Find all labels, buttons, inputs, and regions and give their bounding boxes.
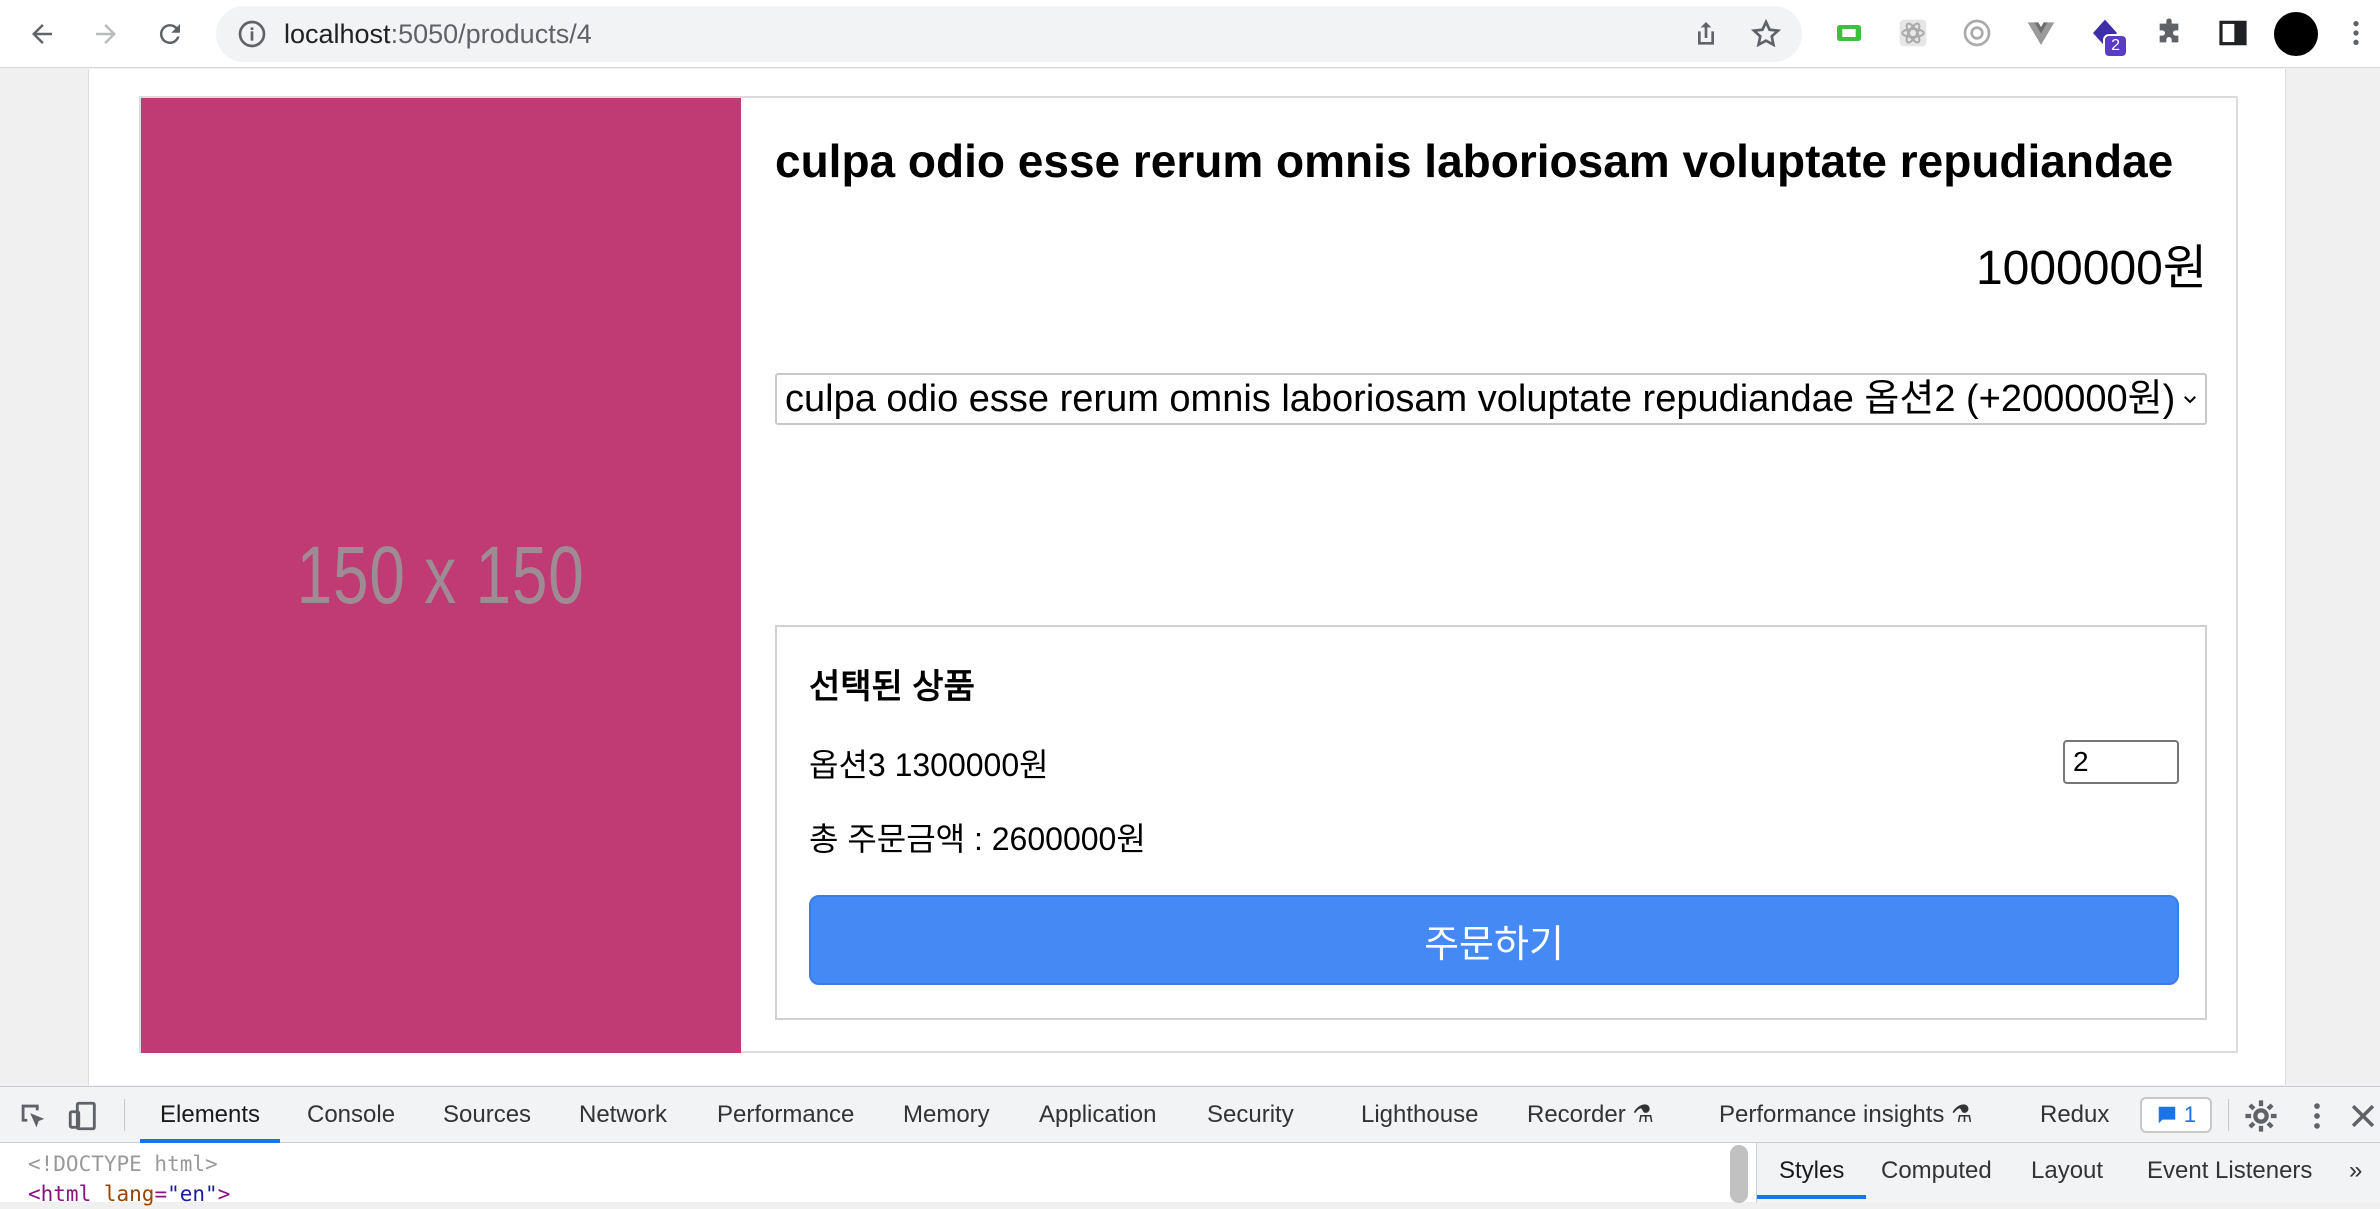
tab-console[interactable]: Console bbox=[307, 1087, 395, 1143]
address-bar[interactable]: localhost:5050/products/4 bbox=[216, 6, 1802, 62]
bookmark-star-icon[interactable] bbox=[1750, 18, 1782, 50]
arrow-left-icon bbox=[32, 24, 52, 44]
image-placeholder-text: 150 x 150 bbox=[297, 529, 585, 621]
tab-sources[interactable]: Sources bbox=[443, 1087, 531, 1143]
tab-lighthouse[interactable]: Lighthouse bbox=[1361, 1087, 1478, 1143]
close-icon[interactable] bbox=[2346, 1099, 2380, 1133]
react-devtools-icon[interactable] bbox=[1894, 14, 1932, 52]
vue-devtools-icon[interactable] bbox=[2022, 14, 2060, 52]
info-icon[interactable] bbox=[236, 18, 268, 50]
devtools-panel: Elements Console Sources Network Perform… bbox=[0, 1086, 2380, 1206]
product-card: 150 x 150 culpa odio esse rerum omnis la… bbox=[139, 96, 2238, 1053]
product-title: culpa odio esse rerum omnis laboriosam v… bbox=[775, 135, 2174, 187]
quantity-input[interactable]: 2 bbox=[2063, 740, 2179, 784]
tab-elements[interactable]: Elements bbox=[140, 1087, 281, 1143]
browser-toolbar: localhost:5050/products/4 2 bbox=[0, 0, 2380, 68]
devtools-tabbar: Elements Console Sources Network Perform… bbox=[0, 1087, 2380, 1143]
flask-icon: ⚗ bbox=[1951, 1101, 1973, 1128]
tab-performance[interactable]: Performance bbox=[717, 1087, 854, 1143]
arrow-right-icon bbox=[96, 24, 116, 44]
gear-icon[interactable] bbox=[2244, 1099, 2278, 1133]
share-icon[interactable] bbox=[1690, 18, 1722, 50]
tab-styles[interactable]: Styles bbox=[1757, 1143, 1867, 1199]
chevron-down-icon bbox=[2175, 375, 2205, 423]
total-price: 총 주문금액 : 2600000원 bbox=[809, 821, 1146, 857]
redux-extension-icon[interactable]: 2 bbox=[2086, 14, 2128, 58]
chevron-double-right-icon[interactable]: » bbox=[2349, 1143, 2362, 1199]
selected-heading: 선택된 상품 bbox=[809, 668, 975, 706]
tab-memory[interactable]: Memory bbox=[903, 1087, 990, 1143]
issues-badge[interactable]: 1 bbox=[2140, 1097, 2212, 1133]
tab-redux[interactable]: Redux bbox=[2040, 1087, 2109, 1143]
page-container: 150 x 150 culpa odio esse rerum omnis la… bbox=[88, 69, 2286, 1085]
issues-count: 1 bbox=[2183, 1102, 2197, 1127]
order-button[interactable]: 주문하기 bbox=[809, 895, 2179, 985]
flask-icon: ⚗ bbox=[1632, 1101, 1654, 1128]
target-extension-icon[interactable] bbox=[1958, 14, 1996, 52]
selected-products-box: 선택된 상품 옵션3 1300000원 2 총 주문금액 : 2600000원 … bbox=[775, 625, 2207, 1020]
option-select-value: culpa odio esse rerum omnis laboriosam v… bbox=[785, 378, 2176, 420]
extension-green-icon[interactable] bbox=[1830, 14, 1868, 52]
back-button[interactable] bbox=[22, 14, 62, 54]
forward-button[interactable] bbox=[86, 14, 126, 54]
more-menu-icon[interactable] bbox=[2336, 14, 2376, 52]
side-panel-icon[interactable] bbox=[2214, 14, 2252, 52]
product-info: culpa odio esse rerum omnis laboriosam v… bbox=[775, 98, 2207, 1053]
extension-badge: 2 bbox=[2103, 34, 2128, 58]
product-image: 150 x 150 bbox=[141, 98, 741, 1053]
tab-application[interactable]: Application bbox=[1039, 1087, 1156, 1143]
tab-layout[interactable]: Layout bbox=[2031, 1143, 2103, 1199]
dom-scrollbar[interactable] bbox=[1730, 1145, 1748, 1203]
devtools-separator bbox=[124, 1099, 125, 1131]
device-toolbar-icon[interactable] bbox=[66, 1099, 100, 1133]
product-price: 1000000원 bbox=[1975, 242, 2207, 295]
inspect-element-icon[interactable] bbox=[16, 1099, 50, 1133]
tab-recorder[interactable]: Recorder ⚗ bbox=[1527, 1087, 1654, 1143]
profile-avatar[interactable] bbox=[2274, 12, 2318, 56]
devtools-separator bbox=[2228, 1099, 2229, 1131]
tab-security[interactable]: Security bbox=[1207, 1087, 1294, 1143]
reload-button[interactable] bbox=[150, 14, 190, 54]
selected-item-label: 옵션3 1300000원 bbox=[809, 747, 1049, 783]
extensions-puzzle-icon[interactable] bbox=[2150, 14, 2188, 52]
tab-network[interactable]: Network bbox=[579, 1087, 667, 1143]
tab-performance-insights[interactable]: Performance insights ⚗ bbox=[1719, 1087, 1973, 1143]
styles-sidebar-tabs: Styles Computed Layout Event Listeners » bbox=[1756, 1143, 2380, 1203]
dom-line-html[interactable]: <html lang="en"> bbox=[28, 1179, 230, 1209]
dom-line-doctype[interactable]: <!DOCTYPE html> bbox=[28, 1149, 230, 1179]
page-viewport: 150 x 150 culpa odio esse rerum omnis la… bbox=[0, 69, 2380, 1085]
message-icon bbox=[2158, 1106, 2176, 1124]
more-vertical-icon[interactable] bbox=[2300, 1099, 2334, 1133]
dom-tree: <!DOCTYPE html> <html lang="en"> bbox=[28, 1149, 230, 1209]
reload-icon bbox=[159, 24, 180, 45]
option-select[interactable]: culpa odio esse rerum omnis laboriosam v… bbox=[775, 373, 2207, 425]
url-text[interactable]: localhost:5050/products/4 bbox=[284, 6, 592, 62]
tab-event-listeners[interactable]: Event Listeners bbox=[2147, 1143, 2312, 1199]
tab-computed[interactable]: Computed bbox=[1881, 1143, 1992, 1199]
